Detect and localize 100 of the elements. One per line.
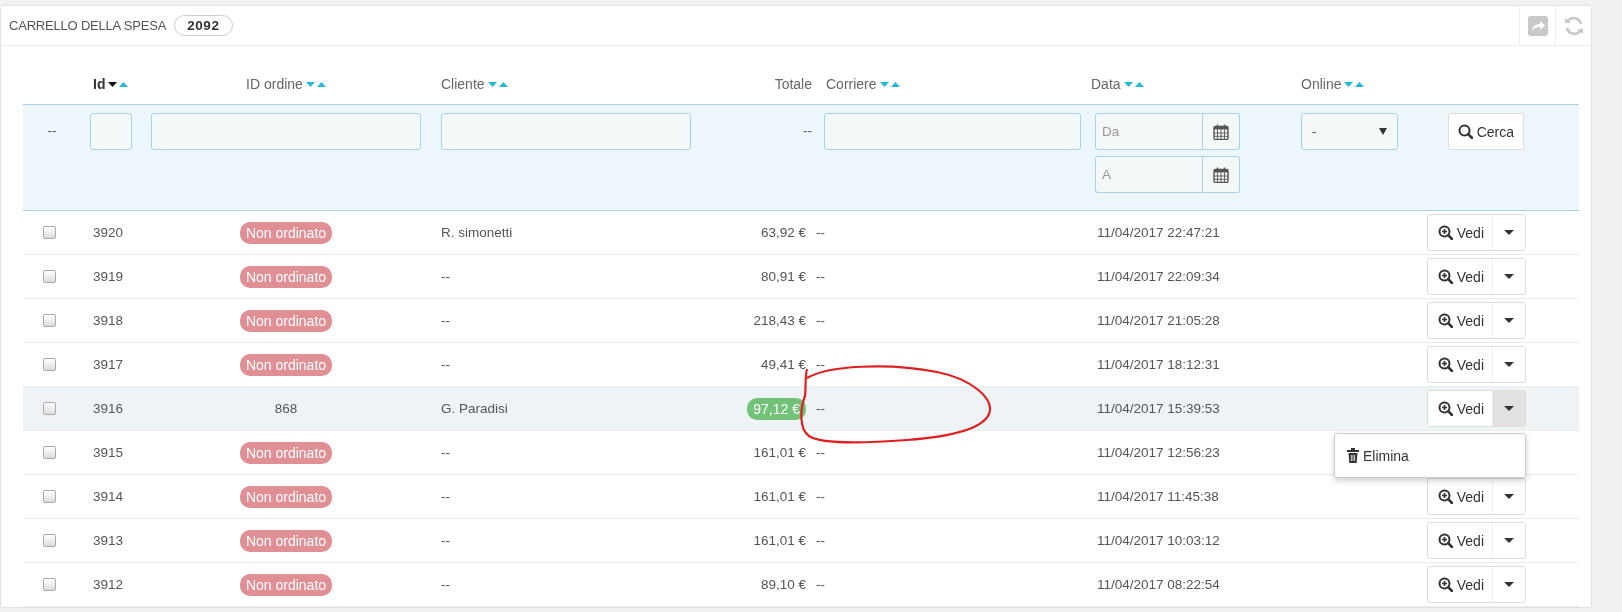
client-text: -- bbox=[440, 445, 451, 460]
id-text: 3916 bbox=[92, 401, 125, 416]
status-badge: Non ordinato bbox=[239, 441, 333, 464]
split-button[interactable]: Vedi bbox=[1426, 390, 1526, 427]
id-text: 3920 bbox=[92, 225, 125, 240]
sort-arrows-icon[interactable] bbox=[108, 80, 129, 88]
caret-icon bbox=[1504, 318, 1514, 323]
column-header[interactable]: Id bbox=[93, 76, 106, 92]
row-checkbox[interactable] bbox=[43, 402, 56, 415]
date-text: 11/04/2017 18:12:31 bbox=[1096, 357, 1221, 372]
trash-icon bbox=[1347, 448, 1359, 463]
carrier-text: -- bbox=[816, 577, 826, 592]
caret-icon bbox=[1504, 538, 1514, 543]
view-button[interactable]: Vedi bbox=[1427, 303, 1492, 338]
status-badge: Non ordinato bbox=[239, 353, 333, 376]
view-button[interactable]: Vedi bbox=[1427, 567, 1492, 602]
search-icon bbox=[1457, 124, 1473, 139]
id-text: 3917 bbox=[92, 357, 125, 372]
empty-filter-text: -- bbox=[802, 122, 813, 140]
status-badge: Non ordinato bbox=[239, 573, 333, 596]
column-header[interactable]: Cliente bbox=[441, 76, 485, 92]
calendar-icon bbox=[1213, 123, 1229, 140]
zoom-in-icon bbox=[1437, 489, 1453, 504]
row-checkbox[interactable] bbox=[43, 270, 56, 283]
carrier-filter-field[interactable] bbox=[824, 113, 1081, 150]
split-button[interactable]: Vedi bbox=[1426, 346, 1526, 383]
column-header[interactable]: Corriere bbox=[826, 76, 877, 92]
id-text: 3912 bbox=[92, 577, 125, 592]
column-header[interactable]: Totale bbox=[774, 76, 812, 92]
caret-icon bbox=[1504, 406, 1514, 411]
date-text: 11/04/2017 10:03:12 bbox=[1096, 533, 1221, 548]
date-field[interactable]: Da bbox=[1095, 113, 1203, 150]
calendar-button[interactable] bbox=[1203, 113, 1240, 150]
client-filter-field[interactable] bbox=[441, 113, 691, 150]
split-button[interactable]: Vedi bbox=[1426, 522, 1526, 559]
date-text: 11/04/2017 11:45:38 bbox=[1096, 489, 1220, 504]
caret-icon bbox=[1504, 582, 1514, 587]
menu-item[interactable]: Elimina bbox=[1347, 447, 1409, 464]
empty-filter-text: -- bbox=[46, 122, 58, 140]
carrier-text: -- bbox=[816, 313, 826, 328]
client-text: G. Paradisi bbox=[440, 401, 509, 416]
split-button[interactable]: Vedi bbox=[1426, 566, 1526, 603]
view-button[interactable]: Vedi bbox=[1427, 259, 1492, 294]
caret-icon bbox=[1504, 230, 1514, 235]
date-text: 11/04/2017 08:22:54 bbox=[1096, 577, 1221, 592]
calendar-icon bbox=[1213, 166, 1229, 183]
split-button[interactable]: Vedi bbox=[1426, 302, 1526, 339]
calendar-button[interactable] bbox=[1203, 156, 1240, 193]
row-checkbox[interactable] bbox=[43, 534, 56, 547]
caret-icon bbox=[1504, 274, 1514, 279]
status-badge: Non ordinato bbox=[239, 309, 333, 332]
caret-icon bbox=[1504, 362, 1514, 367]
total-text: 89,10 € bbox=[760, 577, 806, 592]
status-badge: Non ordinato bbox=[239, 485, 333, 508]
client-text: -- bbox=[440, 533, 451, 548]
row-checkbox[interactable] bbox=[43, 314, 56, 327]
status-badge: Non ordinato bbox=[239, 529, 333, 552]
view-button[interactable]: Vedi bbox=[1427, 215, 1492, 250]
dropdown-toggle[interactable] bbox=[1492, 391, 1525, 426]
split-button[interactable]: Vedi bbox=[1426, 258, 1526, 295]
order-filter-field[interactable] bbox=[151, 113, 421, 150]
id-text: 3915 bbox=[92, 445, 125, 460]
zoom-in-icon bbox=[1437, 269, 1453, 284]
client-text: -- bbox=[440, 313, 451, 328]
column-header[interactable]: ID ordine bbox=[246, 76, 303, 92]
client-text: -- bbox=[440, 489, 451, 504]
row-checkbox[interactable] bbox=[43, 446, 56, 459]
client-text: R. simonetti bbox=[440, 225, 514, 240]
view-button[interactable]: Vedi bbox=[1427, 391, 1492, 426]
id-text: 3919 bbox=[92, 269, 125, 284]
row-checkbox[interactable] bbox=[43, 578, 56, 591]
split-button[interactable]: Vedi bbox=[1426, 214, 1526, 251]
split-button[interactable]: Vedi bbox=[1426, 478, 1526, 515]
row-checkbox[interactable] bbox=[43, 226, 56, 239]
dropdown-arrow-icon bbox=[1379, 128, 1387, 135]
search-button[interactable]: Cerca bbox=[1447, 113, 1524, 150]
view-button[interactable]: Vedi bbox=[1427, 523, 1492, 558]
total-text: 218,43 € bbox=[753, 313, 806, 328]
id-filter-field[interactable] bbox=[90, 113, 132, 150]
zoom-in-icon bbox=[1437, 533, 1453, 548]
column-header[interactable]: Online bbox=[1301, 76, 1342, 92]
id-text: 3918 bbox=[92, 313, 125, 328]
client-text: -- bbox=[440, 269, 451, 284]
zoom-in-icon bbox=[1437, 313, 1453, 328]
carrier-text: -- bbox=[816, 533, 826, 548]
online-select[interactable]: - bbox=[1301, 113, 1398, 150]
column-header[interactable]: Data bbox=[1091, 76, 1121, 92]
total-text: 161,01 € bbox=[753, 489, 806, 504]
panel-title: CARRELLO DELLA SPESA bbox=[9, 18, 167, 33]
id-text: 3913 bbox=[92, 533, 125, 548]
date-text: 11/04/2017 15:39:53 bbox=[1096, 401, 1221, 416]
client-text: -- bbox=[440, 577, 451, 592]
row-checkbox[interactable] bbox=[43, 490, 56, 503]
total-text: 63,92 € bbox=[760, 225, 806, 240]
view-button[interactable]: Vedi bbox=[1427, 347, 1492, 382]
date-field[interactable]: A bbox=[1095, 156, 1203, 193]
row-checkbox[interactable] bbox=[43, 358, 56, 371]
view-button[interactable]: Vedi bbox=[1427, 479, 1492, 514]
zoom-in-icon bbox=[1437, 357, 1453, 372]
date-text: 11/04/2017 22:47:21 bbox=[1096, 225, 1221, 240]
